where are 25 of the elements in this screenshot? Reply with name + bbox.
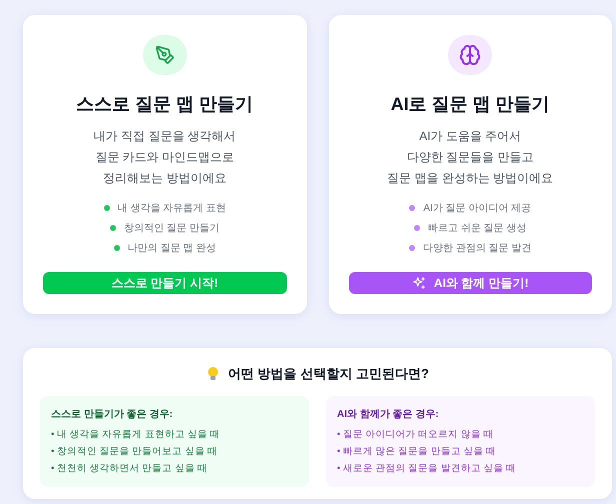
card-description: 내가 직접 질문을 생각해서 질문 카드와 마인드맵으로 정리해보는 방법이에요 [94, 128, 236, 187]
feature-text: 빠르고 쉬운 질문 생성 [428, 222, 526, 236]
lightbulb-icon [206, 366, 220, 382]
tip-item: • 질문 아이디어가 떠오르지 않을 때 [337, 428, 495, 442]
tip-item: • 천천히 생각하면서 만들고 싶을 때 [51, 462, 209, 476]
panel-heading: AI와 함께가 좋은 경우: [337, 408, 440, 422]
feature-text: 창의적인 질문 만들기 [124, 222, 220, 236]
tip-item: • 새로운 관점의 질문을 발견하고 싶을 때 [337, 462, 518, 476]
tip-item: • 빠르게 많은 질문을 만들고 싶을 때 [337, 444, 498, 459]
feature-text: 내 생각을 자유롭게 표현 [118, 202, 226, 216]
sparkle-icon [412, 276, 426, 290]
help-title: 어떤 방법을 선택할지 고민된다면? [228, 365, 429, 383]
tip-item: • 창의적인 질문을 만들어보고 싶을 때 [51, 444, 219, 459]
feature-text: AI가 질문 아이디어 제공 [423, 202, 532, 216]
tip-item: • 내 생각을 자유롭게 표현하고 싶을 때 [51, 428, 222, 442]
card-description: AI가 도움을 주어서 다양한 질문들을 만들고 질문 맵을 완성하는 방법이에요 [387, 128, 554, 187]
card-title: AI로 질문 맵 만들기 [390, 92, 550, 116]
panel-heading: 스스로 만들기가 좋은 경우: [51, 408, 174, 422]
card-title: 스스로 질문 맵 만들기 [76, 92, 254, 116]
brain-icon [459, 44, 482, 66]
start-button[interactable]: 스스로 만들기 시작! [43, 272, 286, 294]
feature-text: 다양한 관점의 질문 발견 [423, 242, 532, 256]
start-button[interactable]: AI와 함께 만들기! [348, 272, 592, 294]
pen-icon [154, 44, 175, 65]
feature-text: 나만의 질문 맵 완성 [128, 242, 216, 256]
